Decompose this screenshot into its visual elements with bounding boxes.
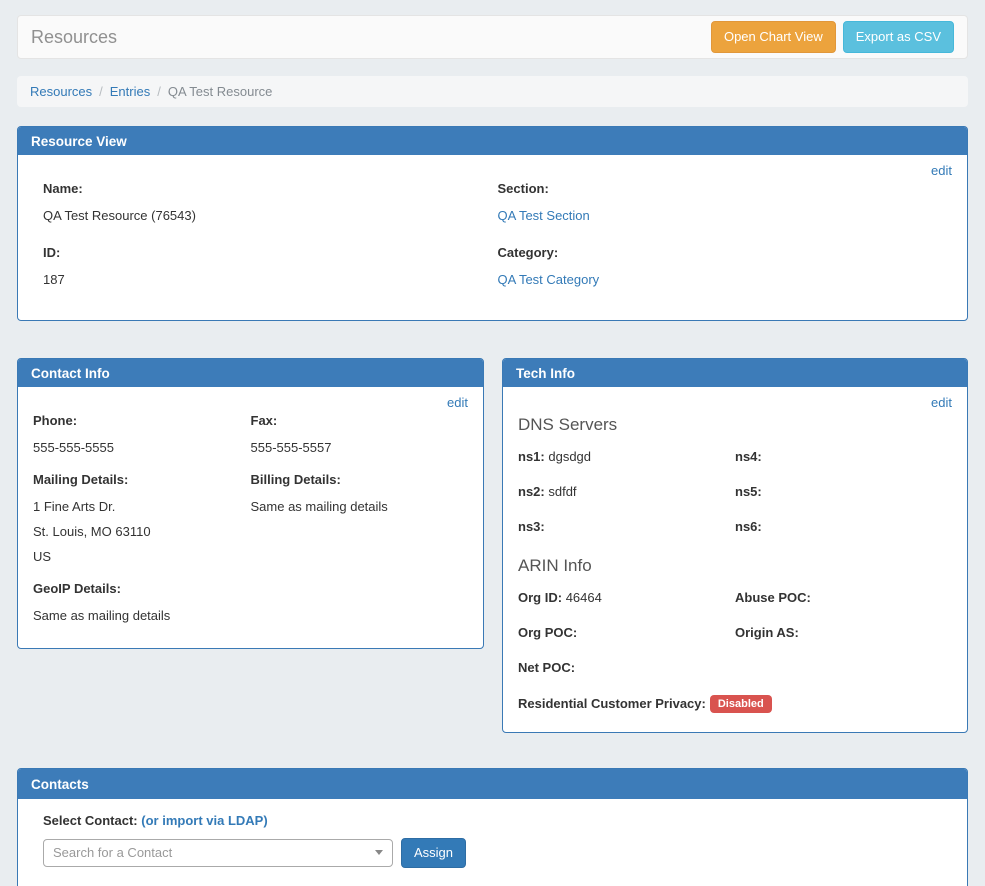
tech-info-body: edit DNS Servers ns1: dgsdgd ns2: sdfdf …: [503, 387, 967, 733]
breadcrumb-entries[interactable]: Entries: [110, 84, 150, 99]
abuse-poc-field: Abuse POC:: [735, 590, 952, 605]
page-title: Resources: [31, 27, 117, 48]
mailing-address-line: St. Louis, MO 63110: [33, 524, 251, 539]
contact-select-placeholder: Search for a Contact: [53, 845, 172, 860]
fax-value: 555-555-5557: [251, 440, 469, 455]
name-label: Name:: [43, 181, 498, 196]
section-link[interactable]: QA Test Section: [498, 208, 590, 223]
arin-info-heading: ARIN Info: [518, 556, 952, 576]
dns-servers-heading: DNS Servers: [518, 415, 952, 435]
contact-info-edit-link[interactable]: edit: [447, 395, 468, 410]
breadcrumb-resources[interactable]: Resources: [30, 84, 92, 99]
contact-info-body: edit Phone: 555-555-5555 Mailing Details…: [18, 387, 483, 649]
contacts-panel: Contacts Select Contact: (or import via …: [17, 768, 968, 886]
billing-details-label: Billing Details:: [251, 472, 469, 487]
toolbar-buttons: Open Chart View Export as CSV: [711, 21, 954, 53]
toolbar: Resources Open Chart View Export as CSV: [17, 15, 968, 59]
ns1-field: ns1: dgsdgd: [518, 449, 735, 464]
import-via-ldap-link[interactable]: (or import via LDAP): [141, 813, 267, 828]
assign-button[interactable]: Assign: [401, 838, 466, 868]
mailing-details-label: Mailing Details:: [33, 472, 251, 487]
org-poc-field: Org POC:: [518, 625, 735, 640]
ns6-field: ns6:: [735, 519, 952, 534]
geoip-details-label: GeoIP Details:: [33, 581, 251, 596]
breadcrumb-separator: /: [157, 84, 161, 99]
section-label: Section:: [498, 181, 953, 196]
fax-label: Fax:: [251, 413, 469, 428]
select-contact-label-row: Select Contact: (or import via LDAP): [43, 813, 952, 828]
tech-info-panel: Tech Info edit DNS Servers ns1: dgsdgd n…: [502, 358, 968, 733]
category-label: Category:: [498, 245, 953, 260]
resource-view-body: edit Name: QA Test Resource (76543) ID: …: [18, 155, 967, 309]
billing-details-value: Same as mailing details: [251, 499, 469, 514]
contact-info-panel: Contact Info edit Phone: 555-555-5555 Ma…: [17, 358, 484, 649]
export-as-csv-button[interactable]: Export as CSV: [843, 21, 954, 53]
privacy-status-badge: Disabled: [710, 695, 772, 713]
resource-view-edit-link[interactable]: edit: [931, 163, 952, 178]
origin-as-field: Origin AS:: [735, 625, 952, 640]
open-chart-view-button[interactable]: Open Chart View: [711, 21, 836, 53]
resource-view-heading: Resource View: [18, 127, 967, 155]
breadcrumb: Resources / Entries / QA Test Resource: [17, 76, 968, 107]
breadcrumb-separator: /: [99, 84, 103, 99]
ns5-field: ns5:: [735, 484, 952, 499]
tech-info-edit-link[interactable]: edit: [931, 395, 952, 410]
mailing-address-line: US: [33, 549, 251, 564]
select-contact-label: Select Contact:: [43, 813, 138, 828]
contacts-heading: Contacts: [18, 769, 967, 799]
mailing-address-line: 1 Fine Arts Dr.: [33, 499, 251, 514]
contacts-body: Select Contact: (or import via LDAP) Sea…: [18, 799, 967, 886]
org-id-field: Org ID: 46464: [518, 590, 735, 605]
chevron-down-icon: [375, 850, 383, 855]
select-contact-row: Search for a Contact Assign: [43, 838, 952, 868]
id-value: 187: [43, 272, 498, 287]
ns4-field: ns4:: [735, 449, 952, 464]
geoip-details-value: Same as mailing details: [33, 608, 251, 623]
ns2-field: ns2: sdfdf: [518, 484, 735, 499]
phone-label: Phone:: [33, 413, 251, 428]
category-link[interactable]: QA Test Category: [498, 272, 600, 287]
net-poc-field: Net POC:: [518, 660, 735, 675]
contact-info-heading: Contact Info: [18, 359, 483, 387]
tech-info-heading: Tech Info: [503, 359, 967, 387]
residential-customer-privacy-field: Residential Customer Privacy:Disabled: [518, 695, 952, 713]
ns3-field: ns3:: [518, 519, 735, 534]
page: Resources Open Chart View Export as CSV …: [0, 0, 985, 886]
name-value: QA Test Resource (76543): [43, 208, 498, 223]
phone-value: 555-555-5555: [33, 440, 251, 455]
contact-select-dropdown[interactable]: Search for a Contact: [43, 839, 393, 867]
resource-view-panel: Resource View edit Name: QA Test Resourc…: [17, 126, 968, 321]
id-label: ID:: [43, 245, 498, 260]
breadcrumb-current: QA Test Resource: [168, 84, 273, 99]
panel-row: Contact Info edit Phone: 555-555-5555 Ma…: [17, 358, 968, 733]
